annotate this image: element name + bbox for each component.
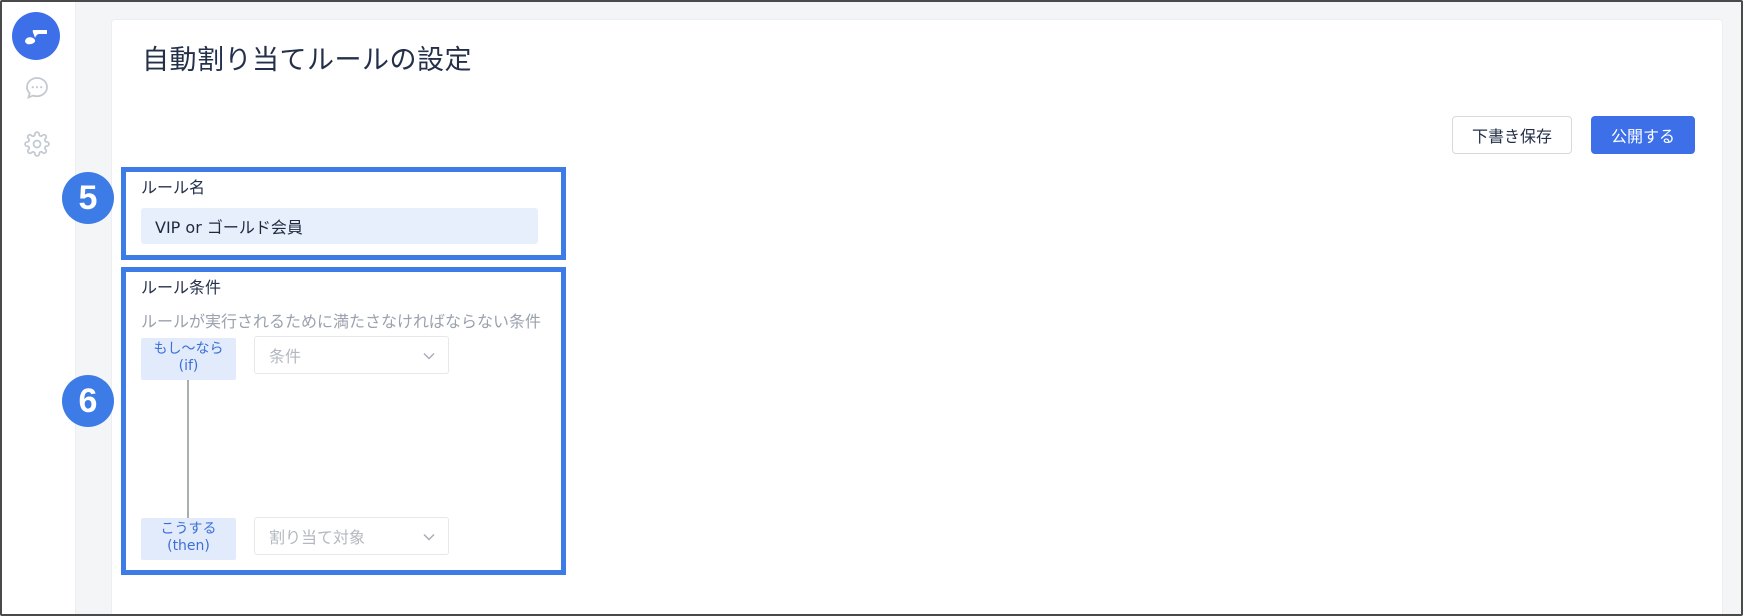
publish-button[interactable]: 公開する — [1591, 116, 1695, 154]
then-tag-sub: (then) — [167, 538, 210, 554]
rule-name-input[interactable]: VIP or ゴールド会員 — [141, 208, 538, 244]
then-tag: こうする (then) — [141, 518, 236, 560]
save-draft-button[interactable]: 下書き保存 — [1452, 116, 1572, 154]
rule-name-label: ルール名 — [141, 178, 206, 197]
chevron-down-icon — [423, 352, 435, 360]
assignee-select-placeholder: 割り当て対象 — [269, 528, 366, 547]
page-title: 自動割り当てルールの設定 — [142, 45, 472, 76]
then-tag-label: こうする — [160, 521, 217, 537]
app-window: 自動割り当てルールの設定 下書き保存 公開する 5 6 ルール名 VIP or … — [0, 0, 1743, 616]
if-then-connector — [187, 380, 189, 518]
condition-select-placeholder: 条件 — [269, 347, 302, 366]
step-badge-5: 5 — [62, 172, 114, 224]
sidebar — [2, 2, 76, 614]
if-tag-sub: (if) — [178, 358, 199, 374]
step-badge-6: 6 — [62, 375, 114, 427]
rule-conditions-label: ルール条件 — [141, 278, 222, 297]
gear-icon[interactable] — [23, 130, 51, 158]
if-tag-label: もし〜なら — [153, 341, 224, 357]
if-tag: もし〜なら (if) — [141, 338, 236, 380]
chevron-down-icon — [423, 533, 435, 541]
assignee-select[interactable]: 割り当て対象 — [254, 517, 449, 555]
rule-conditions-hint: ルールが実行されるために満たさなければならない条件 — [141, 312, 542, 331]
logo-icon[interactable] — [12, 12, 60, 60]
condition-select[interactable]: 条件 — [254, 336, 449, 374]
chat-icon[interactable] — [23, 74, 51, 102]
